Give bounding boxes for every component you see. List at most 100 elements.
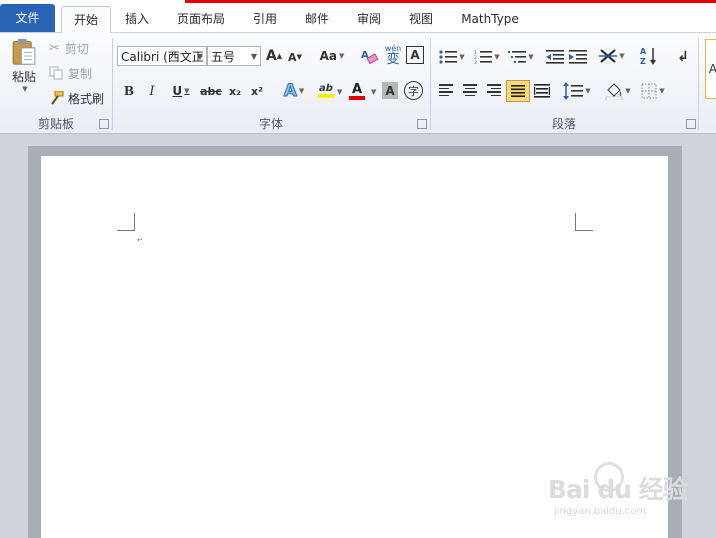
highlighter-icon: ab [319,83,333,94]
increase-indent-button[interactable] [568,48,588,66]
copy-icon [49,66,63,80]
borders-button[interactable]: ▼ [638,81,668,101]
justify-button[interactable] [506,80,530,102]
show-marks-button[interactable]: ↲ [676,48,690,66]
italic-button[interactable]: I [143,81,161,101]
font-launcher-icon[interactable] [417,119,427,129]
multilevel-list-button[interactable]: ▼ [506,48,536,66]
decrease-indent-icon [546,50,564,64]
align-center-button[interactable] [462,84,480,98]
sort-icon: A Z [640,47,656,66]
paragraph-group-label: 段落 [551,117,576,131]
align-left-button[interactable] [439,84,457,98]
watermark-main: Bai du 经验 [548,475,688,504]
ribbon: 粘贴 ▼ ✂ 剪切 复制 格式刷 剪贴板 Calibri (西文正 ▼ 五号 ▼… [0,33,716,134]
grow-font-icon: A [265,48,277,64]
paint-bucket-icon [606,83,623,100]
paste-icon [12,38,36,65]
tab-view[interactable]: 视图 [400,6,442,32]
chinese-layout-icon [599,49,618,63]
format-painter-button[interactable]: 格式刷 [49,89,104,107]
svg-text:A: A [640,47,647,56]
line-spacing-button[interactable]: ▼ [563,80,591,102]
cut-label: 剪切 [64,41,89,56]
shrink-font-icon: A [288,50,297,64]
tab-mathtype[interactable]: MathType [452,6,528,32]
format-painter-label: 格式刷 [68,91,105,106]
decrease-indent-button[interactable] [545,48,565,66]
grow-font-button[interactable]: A ▲ [265,46,283,66]
pilcrow-icon: ↲ [677,49,689,65]
bullets-button[interactable]: ▼ [438,48,466,66]
change-case-icon: Aa [319,49,337,63]
tab-insert[interactable]: 插入 [116,6,158,32]
clipboard-launcher-icon[interactable] [99,119,109,129]
tab-review[interactable]: 审阅 [348,6,390,32]
font-color-icon: A [351,81,363,97]
numbering-button[interactable]: 1 2 3 ▼ [472,48,502,66]
bold-button[interactable]: B [120,81,138,101]
style-preview: A [708,62,716,76]
style-gallery-item[interactable]: A [705,39,716,99]
text-effects-button[interactable]: A ▼ [280,80,308,102]
paragraph-launcher-icon[interactable] [686,119,696,129]
copy-label: 复制 [68,66,93,81]
font-size-combo[interactable]: 五号 ▼ [207,46,261,66]
clear-formatting-icon: A [361,50,378,65]
increase-indent-icon [569,50,587,64]
borders-icon [641,83,657,99]
paste-button[interactable]: 粘贴 ▼ [6,37,42,93]
clipboard-group-label: 剪贴板 [37,117,74,131]
title-accent-strip [185,0,716,3]
character-border-button[interactable]: A [406,46,424,64]
scissors-icon: ✂ [49,40,60,56]
clear-formatting-button[interactable]: A [359,45,379,67]
margin-corner-top-left [117,213,135,231]
paragraph-mark: ↵ [137,236,143,244]
numbered-list-icon: 1 2 3 [474,50,493,64]
ribbon-tab-bar: 文件 开始 插入 页面布局 引用 邮件 审阅 视图 MathType [0,0,716,34]
character-border-icon: A [410,48,420,62]
underline-button[interactable]: U ▼ [166,81,196,101]
bullet-list-icon [439,50,458,64]
change-case-button[interactable]: Aa ▼ [319,46,345,66]
copy-button[interactable]: 复制 [49,64,92,82]
chevron-down-icon: ▼ [196,52,203,61]
sort-button[interactable]: A Z [638,45,660,67]
chevron-down-icon: ▼ [250,52,257,61]
phonetic-guide-button[interactable]: wén 变 [382,43,404,67]
svg-text:3: 3 [474,60,477,64]
font-name-value: Calibri (西文正 [121,50,204,64]
font-color-dropdown-icon[interactable]: ▼ [371,88,376,96]
tab-page-layout[interactable]: 页面布局 [168,6,234,32]
cut-button[interactable]: ✂ 剪切 [49,39,89,57]
strikethrough-button[interactable]: abc [200,81,222,101]
paste-dropdown-icon[interactable]: ▼ [22,85,27,93]
chinese-layout-button[interactable]: ▼ [598,46,626,66]
svg-text:Z: Z [640,57,646,66]
watermark-sub: jingyan.baidu.com [554,506,647,517]
highlight-dropdown-icon[interactable]: ▼ [337,88,342,96]
font-name-combo[interactable]: Calibri (西文正 ▼ [117,46,207,66]
distributed-icon [534,84,550,98]
superscript-button[interactable]: x² [248,81,266,101]
margin-corner-top-right [575,213,593,231]
align-right-button[interactable] [485,84,503,98]
text-effects-icon: A [283,81,297,102]
font-group-label: 字体 [258,117,283,131]
tab-home[interactable]: 开始 [61,6,111,34]
tab-file[interactable]: 文件 [0,4,55,32]
distributed-button[interactable] [533,82,551,100]
paste-label: 粘贴 [11,70,36,84]
baidu-watermark: Bai du 经验 jingyan.baidu.com [548,462,708,522]
font-color-button[interactable]: A [346,80,368,102]
shrink-font-button[interactable]: A ▼ [287,48,303,66]
justify-icon [511,85,525,97]
enclose-characters-button[interactable]: 字 [404,81,423,100]
subscript-button[interactable]: x₂ [226,81,244,101]
tab-references[interactable]: 引用 [244,6,286,32]
shading-button[interactable]: ▼ [603,80,633,102]
line-spacing-icon [563,82,584,100]
tab-mailings[interactable]: 邮件 [296,6,338,32]
character-shading-button[interactable]: A [382,82,398,99]
